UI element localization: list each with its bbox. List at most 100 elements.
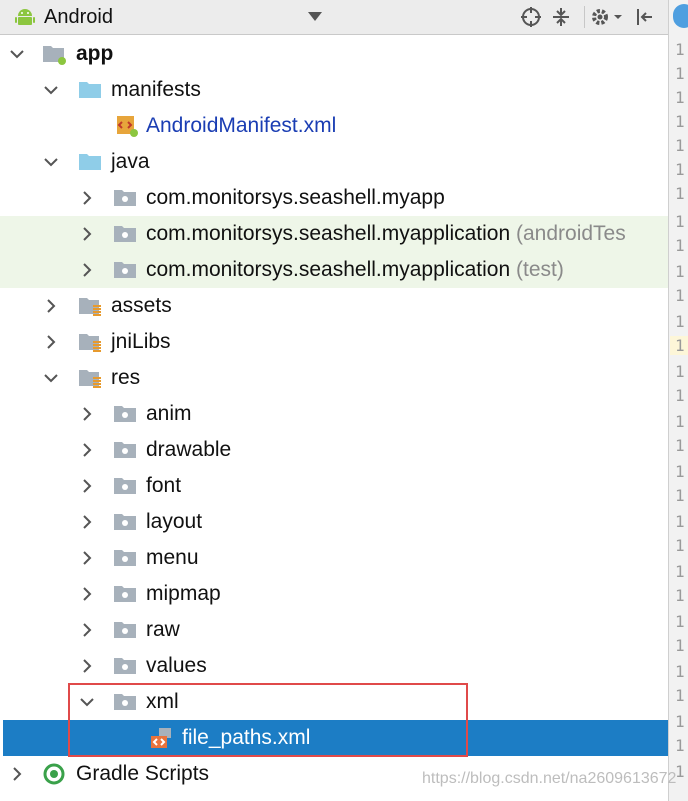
gear-icon[interactable] (590, 6, 612, 28)
line-number: 1 (675, 40, 685, 59)
chevron-down-icon[interactable] (42, 81, 60, 99)
chevron-right-icon[interactable] (42, 333, 60, 351)
tree-node-package-android-test[interactable]: com.monitorsys.seashell.myapplication (a… (0, 216, 668, 252)
line-number: 1 (675, 362, 685, 381)
tree-node-label: menu (146, 546, 199, 569)
tree-node-label: com.monitorsys.seashell.myapplication (t… (146, 257, 564, 283)
package-icon (114, 190, 136, 206)
tree-node-package-test[interactable]: com.monitorsys.seashell.myapplication (t… (0, 252, 668, 288)
collapse-all-icon[interactable] (550, 6, 572, 28)
package-name: com.monitorsys.seashell.myapplication (146, 222, 511, 245)
tree-node-java[interactable]: java (0, 144, 668, 180)
tree-node-drawable[interactable]: drawable (0, 432, 668, 468)
tree-node-jnilibs[interactable]: jniLibs (0, 324, 668, 360)
tree-node-label: res (111, 366, 141, 389)
tree-node-app[interactable]: app (0, 36, 668, 72)
chevron-down-icon[interactable] (308, 12, 322, 21)
line-number: 1 (675, 184, 685, 203)
chevron-right-icon[interactable] (78, 657, 96, 675)
line-number: 1 (675, 736, 685, 755)
watermark-text: https://blog.csdn.net/na2609613672 (422, 770, 677, 787)
folder-icon (114, 550, 136, 566)
line-number: 1 (675, 486, 685, 505)
tree-node-menu[interactable]: menu (0, 540, 668, 576)
tree-node-label: manifests (111, 78, 201, 101)
chevron-right-icon[interactable] (78, 549, 96, 567)
tree-node-label: assets (111, 294, 172, 317)
gear-dropdown-icon[interactable] (612, 6, 624, 28)
line-number: 1 (675, 712, 685, 731)
line-number: 1 (675, 462, 685, 481)
tree-node-label: values (146, 654, 207, 677)
chevron-right-icon[interactable] (8, 765, 26, 783)
folder-icon (114, 442, 136, 458)
tree-node-raw[interactable]: raw (0, 612, 668, 648)
line-number: 1 (675, 236, 685, 255)
chevron-down-icon[interactable] (42, 153, 60, 171)
tree-node-anim[interactable]: anim (0, 396, 668, 432)
line-number: 1 (675, 512, 685, 531)
chevron-right-icon[interactable] (78, 477, 96, 495)
tree-node-label: Gradle Scripts (76, 762, 210, 785)
folder-icon (114, 514, 136, 530)
tree-node-label: anim (146, 402, 192, 425)
chevron-right-icon[interactable] (78, 441, 96, 459)
tree-node-label: com.monitorsys.seashell.myapplication (a… (146, 221, 626, 247)
line-number: 1 (675, 136, 685, 155)
resource-folder-icon (79, 334, 101, 352)
line-number: 1 (675, 64, 685, 83)
folder-icon (114, 658, 136, 674)
line-number: 1 (675, 762, 685, 781)
resource-folder-icon (79, 370, 101, 388)
chevron-down-icon[interactable] (8, 45, 26, 63)
tree-node-android-manifest[interactable]: AndroidManifest.xml (0, 108, 668, 144)
line-number: 1 (675, 412, 685, 431)
tree-node-manifests[interactable]: manifests (0, 72, 668, 108)
chevron-right-icon[interactable] (78, 513, 96, 531)
line-number: 1 (675, 312, 685, 331)
editor-tab-icon[interactable] (673, 4, 688, 28)
line-number: 1 (675, 386, 685, 405)
line-number: 1 (675, 286, 685, 305)
line-number: 1 (675, 112, 685, 131)
chevron-right-icon[interactable] (78, 621, 96, 639)
tree-node-mipmap[interactable]: mipmap (0, 576, 668, 612)
line-number: 1 (675, 586, 685, 605)
line-number: 1 (675, 662, 685, 681)
source-set-suffix: (test) (516, 258, 564, 281)
locate-icon[interactable] (520, 6, 542, 28)
tree-node-label: app (76, 42, 114, 65)
chevron-right-icon[interactable] (78, 585, 96, 603)
tree-node-font[interactable]: font (0, 468, 668, 504)
tree-node-values[interactable]: values (0, 648, 668, 684)
tree-node-res[interactable]: res (0, 360, 668, 396)
android-icon (15, 9, 35, 25)
tree-node-label: font (146, 474, 182, 497)
tree-node-label: mipmap (146, 582, 221, 605)
editor-gutter: 1 1 1 1 1 1 1 1 1 1 1 1 1 1 1 1 1 1 1 1 … (668, 0, 688, 801)
folder-icon (79, 154, 101, 170)
highlight-box (68, 683, 468, 757)
gradle-icon (43, 763, 65, 785)
tree-node-label: jniLibs (111, 330, 171, 353)
chevron-right-icon[interactable] (78, 189, 96, 207)
chevron-right-icon[interactable] (42, 297, 60, 315)
tree-node-label: AndroidManifest.xml (146, 114, 337, 137)
folder-icon (114, 406, 136, 422)
package-icon (114, 262, 136, 278)
project-view-title[interactable]: Android (44, 6, 113, 29)
tree-node-label: layout (146, 510, 203, 533)
tree-node-assets[interactable]: assets (0, 288, 668, 324)
chevron-right-icon[interactable] (78, 405, 96, 423)
tree-node-layout[interactable]: layout (0, 504, 668, 540)
line-number: 1 (675, 262, 685, 281)
chevron-right-icon[interactable] (78, 261, 96, 279)
chevron-right-icon[interactable] (78, 225, 96, 243)
folder-icon (114, 622, 136, 638)
chevron-down-icon[interactable] (42, 369, 60, 387)
line-number: 1 (675, 612, 685, 631)
hide-panel-icon[interactable] (634, 6, 656, 28)
tree-node-label: com.monitorsys.seashell.myapp (146, 186, 445, 209)
package-name: com.monitorsys.seashell.myapplication (146, 258, 511, 281)
tree-node-package-myapp[interactable]: com.monitorsys.seashell.myapp (0, 180, 668, 216)
